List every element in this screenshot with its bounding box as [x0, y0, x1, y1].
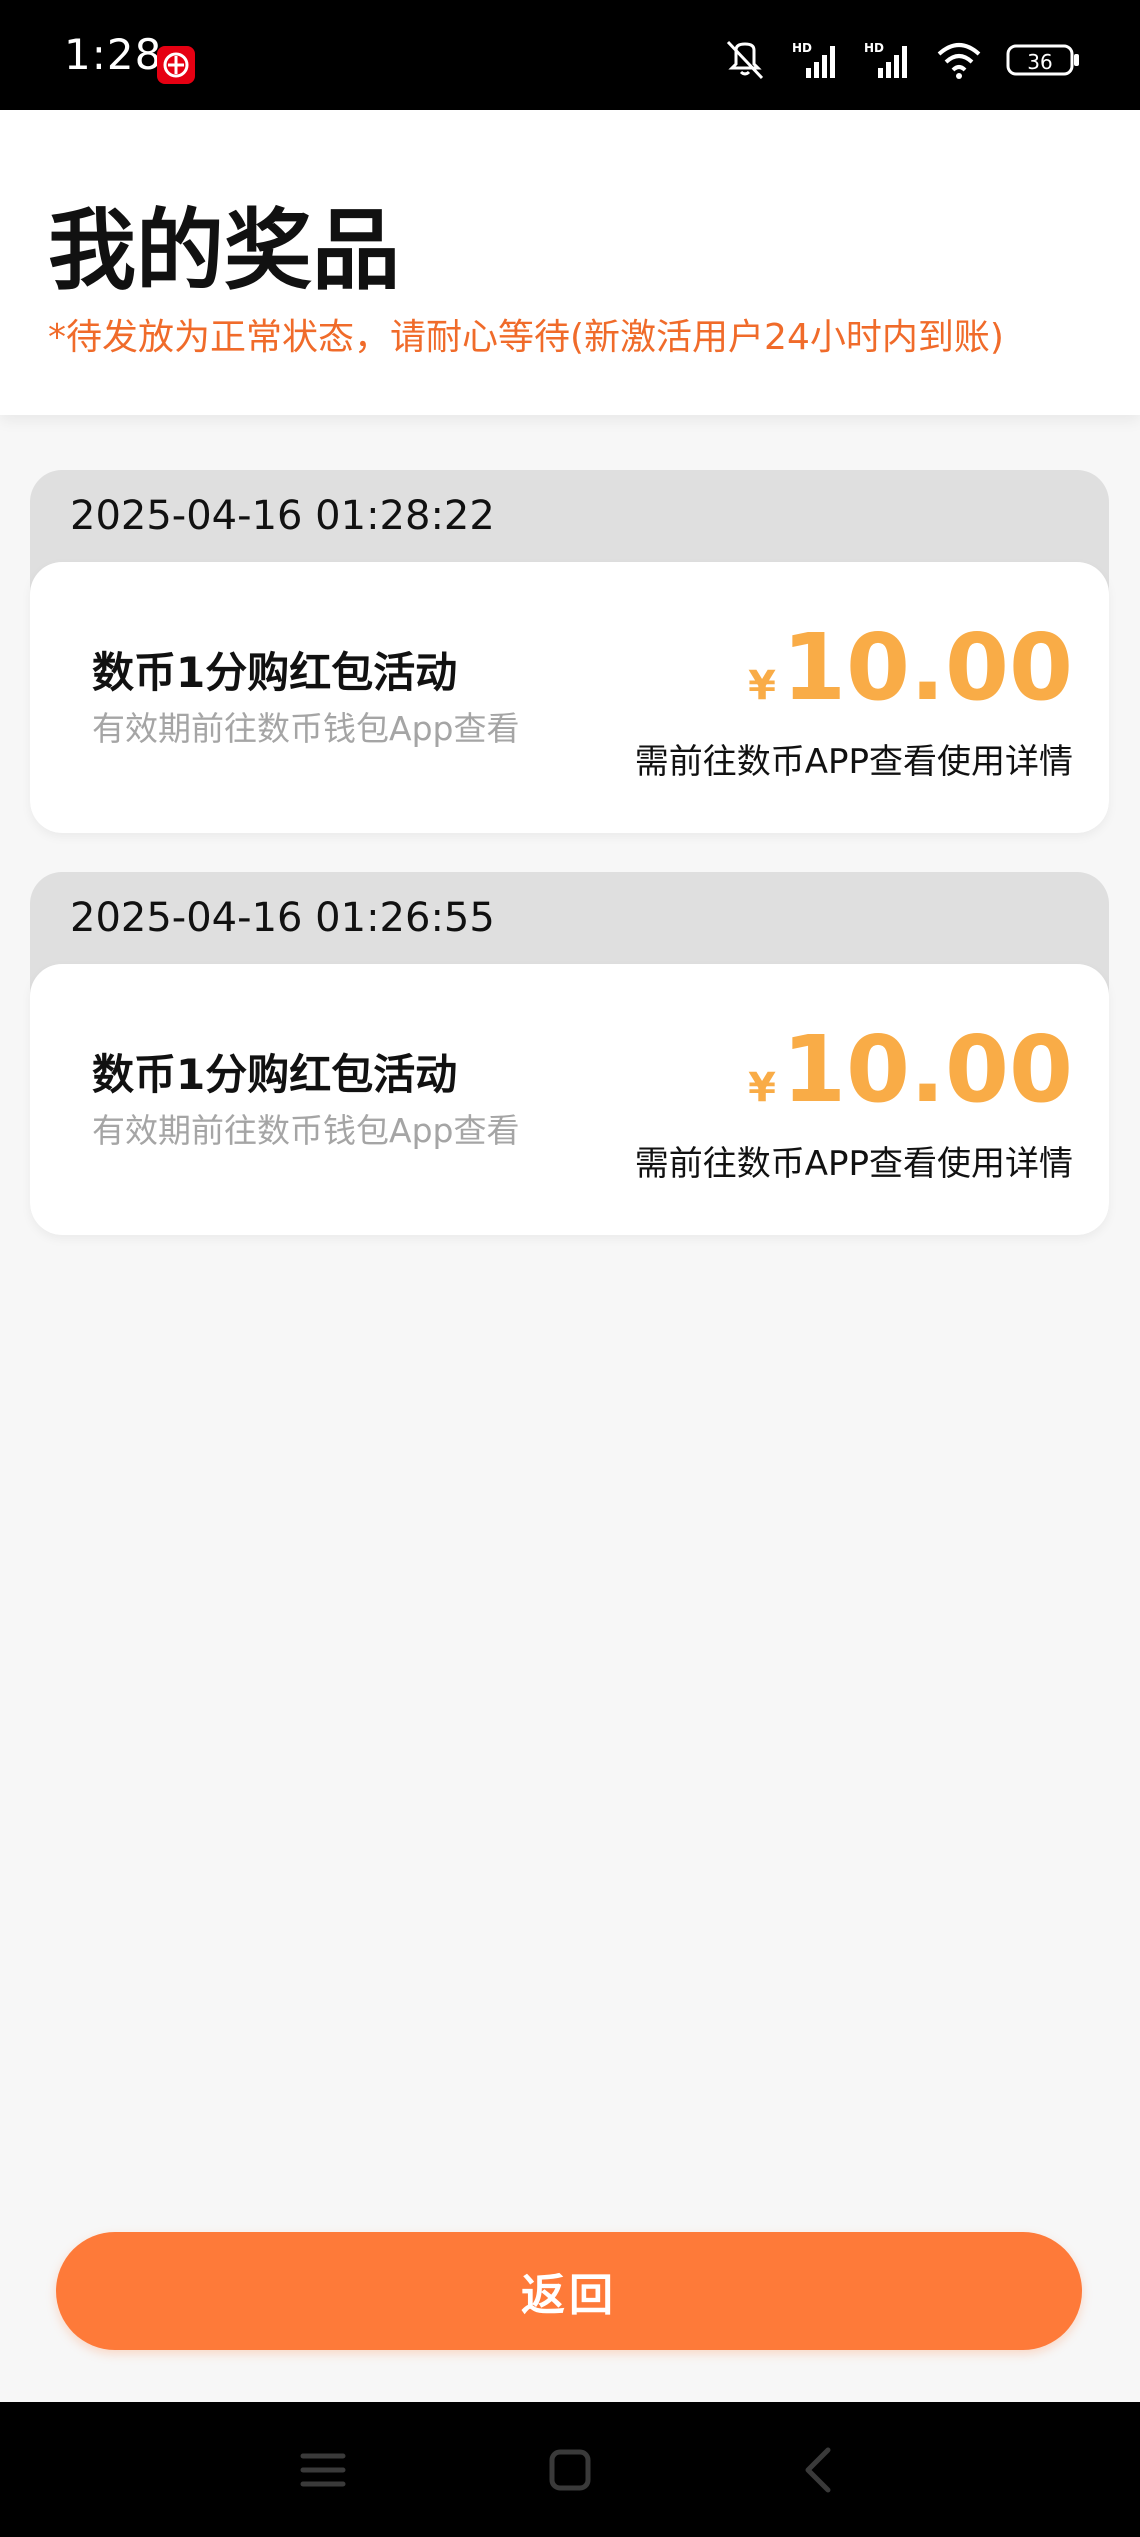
- prize-body[interactable]: 数币1分购红包活动 有效期前往数币钱包App查看 ¥10.00 需前往数币APP…: [30, 964, 1109, 1235]
- page-title: 我的奖品: [48, 199, 401, 302]
- prize-time: 2025-04-16 01:28:22: [70, 493, 495, 539]
- prize-body[interactable]: 数币1分购红包活动 有效期前往数币钱包App查看 ¥10.00 需前往数币APP…: [30, 562, 1109, 833]
- signal-icon-2: HD: [864, 40, 912, 80]
- status-icons: HD HD 36: [722, 38, 1080, 82]
- prize-card: 2025-04-16 01:26:55 数币1分购红包活动 有效期前往数币钱包A…: [30, 872, 1109, 1235]
- page-header: 我的奖品 *待发放为正常状态，请耐心等待(新激活用户24小时内到账): [0, 110, 1140, 415]
- navigation-bar: [0, 2402, 1140, 2537]
- vibrate-off-icon: [722, 40, 768, 80]
- prize-amount: ¥10.00: [748, 622, 1073, 714]
- page-notice: *待发放为正常状态，请耐心等待(新激活用户24小时内到账): [48, 317, 1004, 358]
- svg-text:HD: HD: [792, 41, 812, 55]
- signal-icon-1: HD: [792, 40, 840, 80]
- home-icon[interactable]: [540, 2440, 600, 2500]
- prize-value: 10.00: [781, 1016, 1073, 1123]
- prize-value: 10.00: [781, 614, 1073, 721]
- prize-name: 数币1分购红包活动: [92, 1050, 458, 1099]
- status-time: 1:28: [64, 30, 163, 79]
- return-button[interactable]: 返回: [56, 2232, 1082, 2350]
- prize-card: 2025-04-16 01:28:22 数币1分购红包活动 有效期前往数币钱包A…: [30, 470, 1109, 833]
- prize-subtitle: 有效期前往数币钱包App查看: [92, 709, 520, 748]
- svg-text:HD: HD: [864, 41, 884, 55]
- prize-name: 数币1分购红包活动: [92, 648, 458, 697]
- digital-rmb-icon: [157, 46, 195, 84]
- prize-time: 2025-04-16 01:26:55: [70, 895, 495, 941]
- prize-note: 需前往数币APP查看使用详情: [634, 742, 1073, 782]
- prize-subtitle: 有效期前往数币钱包App查看: [92, 1111, 520, 1150]
- prize-currency: ¥: [748, 1065, 776, 1111]
- wifi-icon: [936, 40, 982, 80]
- status-bar: 1:28 HD HD 36: [0, 0, 1140, 110]
- back-icon[interactable]: [790, 2440, 850, 2500]
- prize-note: 需前往数币APP查看使用详情: [634, 1144, 1073, 1184]
- battery-icon: 36: [1006, 40, 1080, 80]
- prize-amount: ¥10.00: [748, 1024, 1073, 1116]
- prize-currency: ¥: [748, 663, 776, 709]
- menu-icon[interactable]: [293, 2440, 353, 2500]
- battery-level: 36: [1027, 50, 1052, 74]
